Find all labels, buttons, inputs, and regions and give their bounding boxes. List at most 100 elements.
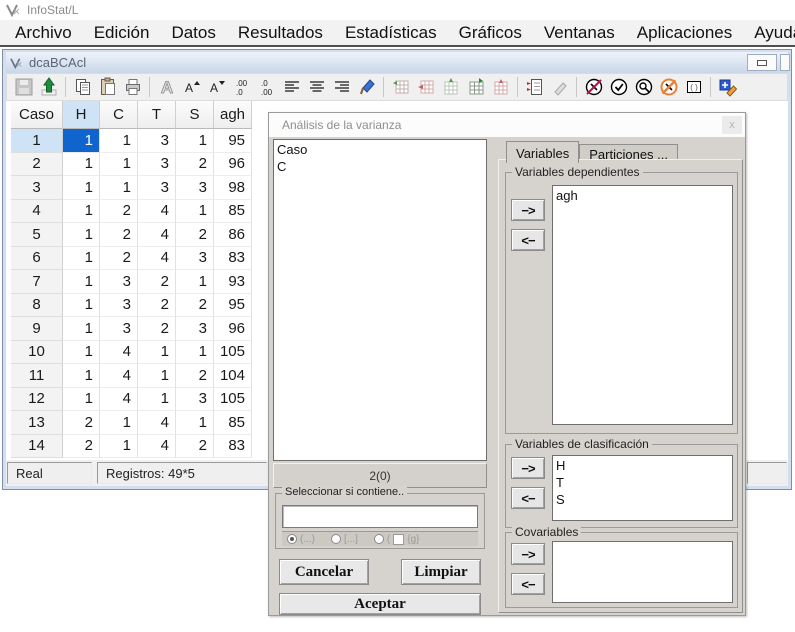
data-cell[interactable]: 1 — [176, 200, 214, 224]
activate-case-icon[interactable] — [606, 75, 631, 99]
data-cell[interactable]: 83 — [214, 247, 252, 271]
menu-item-resultados[interactable]: Resultados — [227, 20, 334, 45]
data-cell[interactable]: 2 — [100, 200, 138, 224]
data-cell[interactable]: 98 — [214, 176, 252, 200]
row-header-cell[interactable]: 7 — [11, 270, 63, 294]
data-cell[interactable]: 3 — [176, 176, 214, 200]
group-checkbox[interactable] — [393, 534, 404, 545]
search-case-icon[interactable] — [631, 75, 656, 99]
spreadsheet[interactable]: CasoHCTSagh11131952113296311339841241855… — [11, 101, 252, 458]
data-cell[interactable]: 105 — [214, 341, 252, 365]
data-cell[interactable]: 4 — [100, 341, 138, 365]
font-increase-icon[interactable]: A — [179, 75, 204, 99]
data-cell[interactable]: 95 — [214, 294, 252, 318]
data-cell[interactable]: 2 — [176, 435, 214, 459]
data-cell[interactable]: 4 — [138, 435, 176, 459]
data-cell[interactable]: 2 — [100, 247, 138, 271]
decrease-decimals-icon[interactable]: .00.0 — [229, 75, 254, 99]
menu-item-aplicaciones[interactable]: Aplicaciones — [626, 20, 743, 45]
list-item[interactable]: agh — [556, 187, 729, 204]
data-cell[interactable]: 1 — [63, 341, 100, 365]
column-header-C[interactable]: C — [100, 101, 138, 129]
copy-icon[interactable] — [70, 75, 95, 99]
data-cell[interactable]: 1 — [63, 176, 100, 200]
data-cell[interactable]: 1 — [176, 341, 214, 365]
data-cell[interactable]: 1 — [63, 129, 100, 153]
data-cell[interactable]: 3 — [138, 153, 176, 177]
data-cell[interactable]: 1 — [63, 388, 100, 412]
data-cell[interactable]: 1 — [63, 200, 100, 224]
cancel-button[interactable]: Cancelar — [279, 559, 369, 585]
data-cell[interactable]: 1 — [100, 176, 138, 200]
paste-icon[interactable] — [95, 75, 120, 99]
list-item[interactable]: C — [277, 158, 483, 175]
data-cell[interactable]: 1 — [63, 364, 100, 388]
data-cell[interactable]: 2 — [176, 294, 214, 318]
covariables-list[interactable] — [552, 541, 733, 603]
data-cell[interactable]: 2 — [176, 223, 214, 247]
data-cell[interactable]: 1 — [63, 247, 100, 271]
data-cell[interactable]: 1 — [176, 129, 214, 153]
row-header-cell[interactable]: 9 — [11, 317, 63, 341]
clear-button[interactable]: Limpiar — [401, 559, 481, 585]
remove-dependent-button[interactable]: <− — [511, 229, 545, 251]
filter-radio-2[interactable]: ({g} — [374, 534, 420, 545]
data-cell[interactable]: 1 — [138, 388, 176, 412]
dependent-variables-list[interactable]: agh — [552, 185, 733, 425]
data-cell[interactable]: 85 — [214, 200, 252, 224]
export-up-icon[interactable] — [36, 75, 61, 99]
data-cell[interactable]: 83 — [214, 435, 252, 459]
row-header-cell[interactable]: 5 — [11, 223, 63, 247]
data-cell[interactable]: 3 — [100, 317, 138, 341]
data-cell[interactable]: 2 — [138, 270, 176, 294]
align-right-icon[interactable] — [329, 75, 354, 99]
data-cell[interactable]: 2 — [176, 364, 214, 388]
edit-cell-icon[interactable] — [547, 75, 572, 99]
data-cell[interactable]: 1 — [100, 153, 138, 177]
data-cell[interactable]: 104 — [214, 364, 252, 388]
data-cell[interactable]: 1 — [100, 411, 138, 435]
data-cell[interactable]: 4 — [138, 247, 176, 271]
row-header-cell[interactable]: 12 — [11, 388, 63, 412]
data-cell[interactable]: 3 — [100, 294, 138, 318]
fill-color-icon[interactable] — [354, 75, 379, 99]
add-dependent-button[interactable]: −> — [511, 199, 545, 221]
data-cell[interactable]: 2 — [63, 411, 100, 435]
delete-column-icon[interactable] — [488, 75, 513, 99]
list-item[interactable]: S — [556, 491, 729, 508]
data-cell[interactable]: 4 — [100, 388, 138, 412]
data-cell[interactable]: 95 — [214, 129, 252, 153]
insert-column-icon[interactable] — [438, 75, 463, 99]
data-cell[interactable]: 1 — [63, 153, 100, 177]
data-cell[interactable]: 4 — [100, 364, 138, 388]
row-header-cell[interactable]: 1 — [11, 129, 63, 153]
data-cell[interactable]: 3 — [176, 317, 214, 341]
data-cell[interactable]: 4 — [138, 200, 176, 224]
filter-input[interactable] — [282, 505, 478, 528]
row-header-cell[interactable]: 3 — [11, 176, 63, 200]
font-icon[interactable]: A — [154, 75, 179, 99]
menu-item-ayuda[interactable]: Ayuda — [743, 20, 795, 45]
delete-row-icon[interactable] — [413, 75, 438, 99]
remove-covariable-button[interactable]: <− — [511, 573, 545, 595]
menu-item-estadisticas[interactable]: Estadísticas — [334, 20, 448, 45]
data-cell[interactable]: 86 — [214, 223, 252, 247]
list-item[interactable]: H — [556, 457, 729, 474]
data-cell[interactable]: 96 — [214, 317, 252, 341]
menu-item-ventanas[interactable]: Ventanas — [533, 20, 626, 45]
add-covariable-button[interactable]: −> — [511, 543, 545, 565]
data-cell[interactable]: 2 — [100, 223, 138, 247]
data-cell[interactable]: 1 — [100, 435, 138, 459]
menu-item-archivo[interactable]: Archivo — [4, 20, 83, 45]
new-table-icon[interactable] — [463, 75, 488, 99]
close-icon[interactable]: x — [722, 116, 742, 134]
align-left-icon[interactable] — [279, 75, 304, 99]
font-decrease-icon[interactable]: A — [204, 75, 229, 99]
increase-decimals-icon[interactable]: .0.00 — [254, 75, 279, 99]
row-header-cell[interactable]: 13 — [11, 411, 63, 435]
data-cell[interactable]: 1 — [63, 317, 100, 341]
data-cell[interactable]: 2 — [63, 435, 100, 459]
data-cell[interactable]: 2 — [138, 294, 176, 318]
data-cell[interactable]: 1 — [100, 129, 138, 153]
invert-selection-icon[interactable] — [656, 75, 681, 99]
